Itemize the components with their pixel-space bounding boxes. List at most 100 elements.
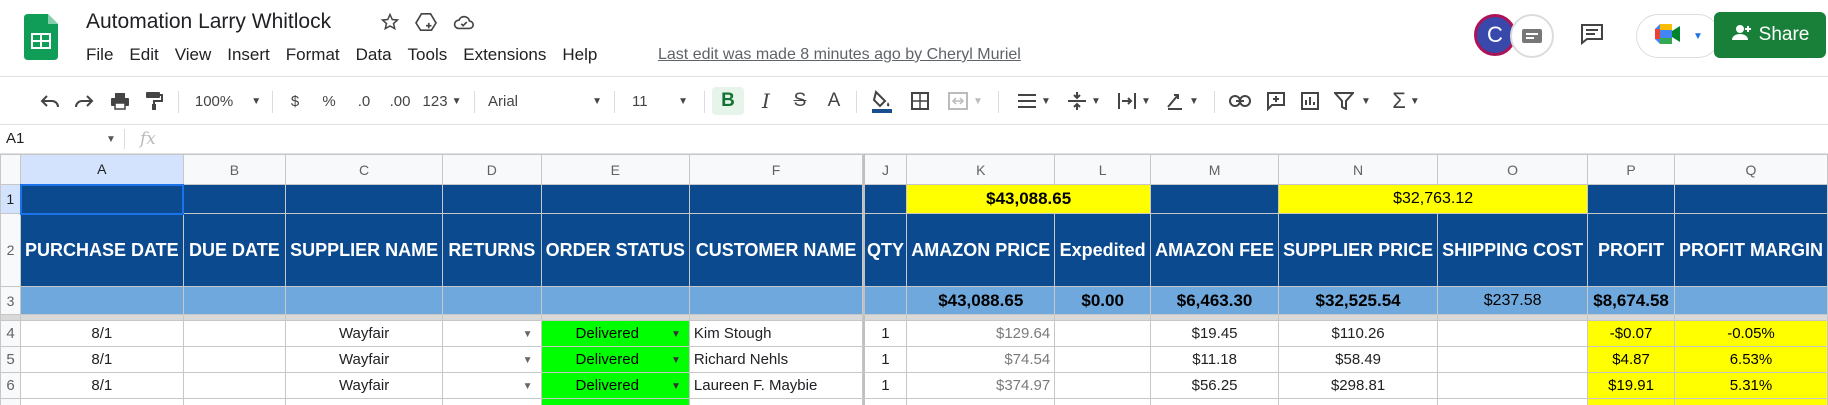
shipping-cost-cell[interactable] (1437, 346, 1589, 373)
insert-link-icon[interactable] (1226, 87, 1254, 115)
text-rotation-icon[interactable]: ▼ (1160, 87, 1204, 115)
cell-a1[interactable] (19, 183, 185, 215)
profit-margin-cell[interactable]: -0.05% (1673, 320, 1828, 347)
header-supplier-price[interactable]: SUPPLIER PRICE (1278, 213, 1439, 287)
shipping-cost-cell[interactable] (1437, 372, 1589, 399)
menu-help[interactable]: Help (562, 45, 597, 65)
supplier-price-cell[interactable]: $58.49 (1278, 346, 1439, 373)
total-amazon-fee[interactable]: $6,463.30 (1150, 286, 1280, 315)
purchase-date-cell[interactable]: 8/1 (20, 372, 184, 399)
cell-p1[interactable] (1587, 184, 1675, 214)
due-date-cell[interactable] (182, 346, 287, 373)
supplier-price-cell[interactable]: $298.81 (1278, 372, 1439, 399)
menu-edit[interactable]: Edit (129, 45, 158, 65)
menu-file[interactable]: File (86, 45, 113, 65)
header-order-status[interactable]: ORDER STATUS (540, 213, 690, 287)
functions-icon[interactable]: Σ ▼ (1384, 87, 1428, 115)
purchase-date-cell[interactable]: 8/1 (20, 346, 184, 373)
supplier-name-cell[interactable]: Wayfair (285, 320, 444, 347)
filter-icon[interactable] (1330, 87, 1358, 115)
due-date-cell[interactable] (182, 372, 287, 399)
expedited-cell[interactable] (1054, 372, 1152, 399)
cell-j1[interactable] (863, 184, 908, 214)
font-size-select[interactable]: 11 ▼ (624, 87, 696, 115)
qty-cell[interactable]: 1 (863, 346, 908, 373)
col-header-f[interactable]: F (688, 154, 864, 185)
name-box[interactable]: A1 (6, 130, 24, 147)
header-amazon-fee[interactable]: AMAZON FEE (1150, 213, 1280, 287)
menu-format[interactable]: Format (286, 45, 340, 65)
header-amazon-price[interactable]: AMAZON PRICE (906, 213, 1056, 287)
header-returns[interactable]: RETURNS (442, 213, 542, 287)
cell-c1[interactable] (285, 184, 444, 214)
col-header-l[interactable]: L (1054, 154, 1152, 185)
sheets-logo-icon[interactable] (24, 14, 58, 60)
profit-margin-cell[interactable]: 5.31% (1673, 372, 1828, 399)
returns-dropdown[interactable]: ▼ (442, 372, 542, 399)
cell-e3[interactable] (540, 286, 690, 315)
text-wrapping-icon[interactable]: ▼ (1112, 87, 1156, 115)
redo-icon[interactable] (70, 87, 98, 115)
header-shipping-cost[interactable]: SHIPPING COST (1437, 213, 1589, 287)
supplier-price-cell[interactable]: $110.26 (1278, 320, 1439, 347)
filter-views-chevron-icon[interactable]: ▼ (1358, 87, 1374, 115)
returns-dropdown[interactable]: ▼ (442, 346, 542, 373)
customer-name-cell[interactable]: Kim Stough (688, 320, 864, 347)
col-header-p[interactable]: P (1587, 154, 1675, 185)
star-icon[interactable] (378, 10, 402, 34)
amazon-price-cell[interactable]: $74.54 (906, 346, 1056, 373)
undo-icon[interactable] (36, 87, 64, 115)
cell-k1-amazon-total[interactable]: $43,088.65 (906, 184, 1152, 214)
customer-name-cell[interactable]: Richard Nehls (688, 346, 864, 373)
document-title[interactable]: Automation Larry Whitlock (86, 10, 331, 34)
col-header-e[interactable]: E (540, 154, 690, 185)
row-header-6[interactable]: 6 (0, 372, 21, 399)
cell-q3[interactable] (1673, 286, 1828, 315)
merge-cells-icon[interactable]: ▼ (942, 87, 988, 115)
borders-icon[interactable] (906, 87, 934, 115)
supplier-name-cell[interactable]: Wayfair (285, 346, 444, 373)
order-status-dropdown[interactable]: Delivered ▼ (540, 372, 690, 399)
profit-cell[interactable]: $19.91 (1587, 372, 1675, 399)
cell-a3[interactable] (20, 286, 184, 315)
last-edit-link[interactable]: Last edit was made 8 minutes ago by Cher… (658, 46, 1021, 64)
supplier-name-cell[interactable]: Wayfair (285, 372, 444, 399)
header-profit[interactable]: PROFIT (1587, 213, 1675, 287)
due-date-cell[interactable] (182, 320, 287, 347)
qty-cell[interactable]: 1 (863, 320, 908, 347)
amazon-price-cell[interactable]: $129.64 (906, 320, 1056, 347)
percent-format-button[interactable]: % (318, 87, 340, 115)
header-due-date[interactable]: DUE DATE (182, 213, 287, 287)
formula-input[interactable] (180, 129, 1780, 151)
more-formats-select[interactable]: 123 ▼ (420, 87, 464, 115)
shipping-cost-cell[interactable] (1437, 320, 1589, 347)
total-amazon-price[interactable]: $43,088.65 (906, 286, 1056, 315)
col-header-c[interactable]: C (285, 154, 444, 185)
header-expedited[interactable]: Expedited (1054, 213, 1152, 287)
menu-insert[interactable]: Insert (227, 45, 270, 65)
header-purchase-date[interactable]: PURCHASE DATE (20, 213, 184, 287)
cell-b1[interactable] (182, 184, 287, 214)
cell-j3[interactable] (863, 286, 908, 315)
purchase-date-cell[interactable]: 8/1 (20, 320, 184, 347)
strikethrough-button[interactable]: S (786, 87, 814, 115)
cell-q1[interactable] (1673, 184, 1828, 214)
row-header-4[interactable]: 4 (0, 320, 21, 347)
cloud-saved-icon[interactable] (452, 10, 476, 34)
order-status-dropdown[interactable]: Delivered ▼ (540, 320, 690, 347)
header-supplier-name[interactable]: SUPPLIER NAME (285, 213, 444, 287)
chevron-down-icon[interactable]: ▼ (106, 134, 116, 145)
paint-format-icon[interactable] (140, 87, 168, 115)
menu-data[interactable]: Data (356, 45, 392, 65)
increase-decimal-button[interactable]: .00 (384, 87, 416, 115)
cell-d3[interactable] (442, 286, 542, 315)
insert-chart-icon[interactable] (1296, 87, 1324, 115)
move-to-drive-icon[interactable] (414, 10, 438, 34)
cell-b3[interactable] (182, 286, 287, 315)
header-profit-margin[interactable]: PROFIT MARGIN (1673, 213, 1828, 287)
profit-cell[interactable]: -$0.07 (1587, 320, 1675, 347)
profit-cell[interactable]: $4.87 (1587, 346, 1675, 373)
header-customer-name[interactable]: CUSTOMER NAME (688, 213, 864, 287)
qty-cell[interactable]: 1 (863, 372, 908, 399)
meet-button[interactable]: ▼ (1636, 14, 1720, 58)
